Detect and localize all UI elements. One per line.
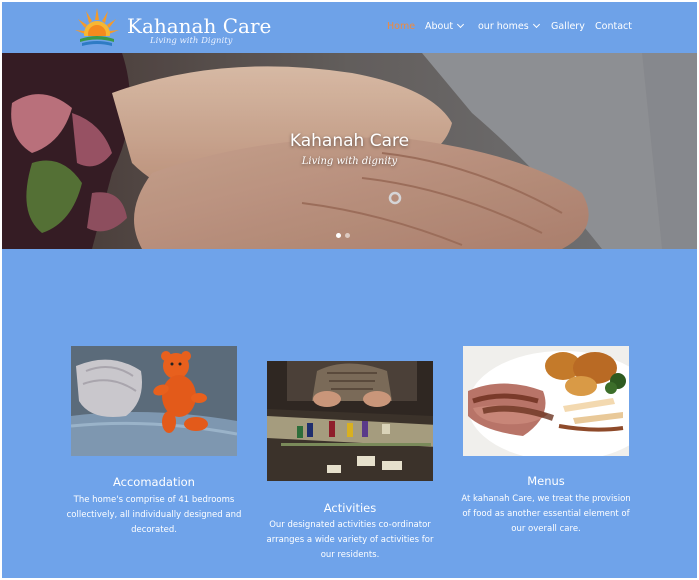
nav-contact[interactable]: Contact <box>595 21 632 32</box>
chevron-down-icon <box>457 20 465 29</box>
hero-slider: Kahanah Care Living with dignity <box>2 53 697 249</box>
accommodation-description: The home's comprise of 41 bedrooms colle… <box>66 495 242 535</box>
board-game-image <box>267 361 433 481</box>
accommodation-title[interactable]: Accomadation <box>71 475 237 489</box>
brand-tagline: Living with Dignity <box>150 36 233 46</box>
menus-image[interactable] <box>463 346 629 456</box>
nav-gallery[interactable]: Gallery <box>551 21 585 32</box>
hero-subtitle: Living with dignity <box>301 156 398 167</box>
nav-home[interactable]: Home <box>387 21 415 32</box>
chevron-down-icon <box>532 20 540 29</box>
menus-description: At kahanah Care, we treat the provision … <box>461 494 631 534</box>
site-header: Kahanah Care Living with Dignity Home Ab… <box>2 2 697 53</box>
activities-title[interactable]: Activities <box>267 501 433 515</box>
activities-image[interactable] <box>267 361 433 481</box>
slider-dot-2[interactable] <box>345 233 350 238</box>
nav-about[interactable]: About <box>425 20 465 32</box>
slider-dots <box>336 223 354 242</box>
teddy-bear-image <box>71 346 237 456</box>
hero-title: Kahanah Care <box>289 131 410 151</box>
hero-holding-hands-image <box>2 53 697 249</box>
roast-dinner-image <box>463 346 629 456</box>
nav-our-homes-label: our homes <box>478 21 529 32</box>
menus-title[interactable]: Menus <box>463 474 629 488</box>
accommodation-image[interactable] <box>71 346 237 456</box>
main-nav: Home About our homes Gallery Contact <box>2 20 697 37</box>
nav-our-homes[interactable]: our homes <box>478 20 540 32</box>
activities-description: Our designated activities co-ordinator a… <box>266 520 434 560</box>
nav-about-label: About <box>425 21 454 32</box>
page-frame: Kahanah Care Living with Dignity Home Ab… <box>2 2 697 578</box>
slider-dot-1[interactable] <box>336 233 341 238</box>
